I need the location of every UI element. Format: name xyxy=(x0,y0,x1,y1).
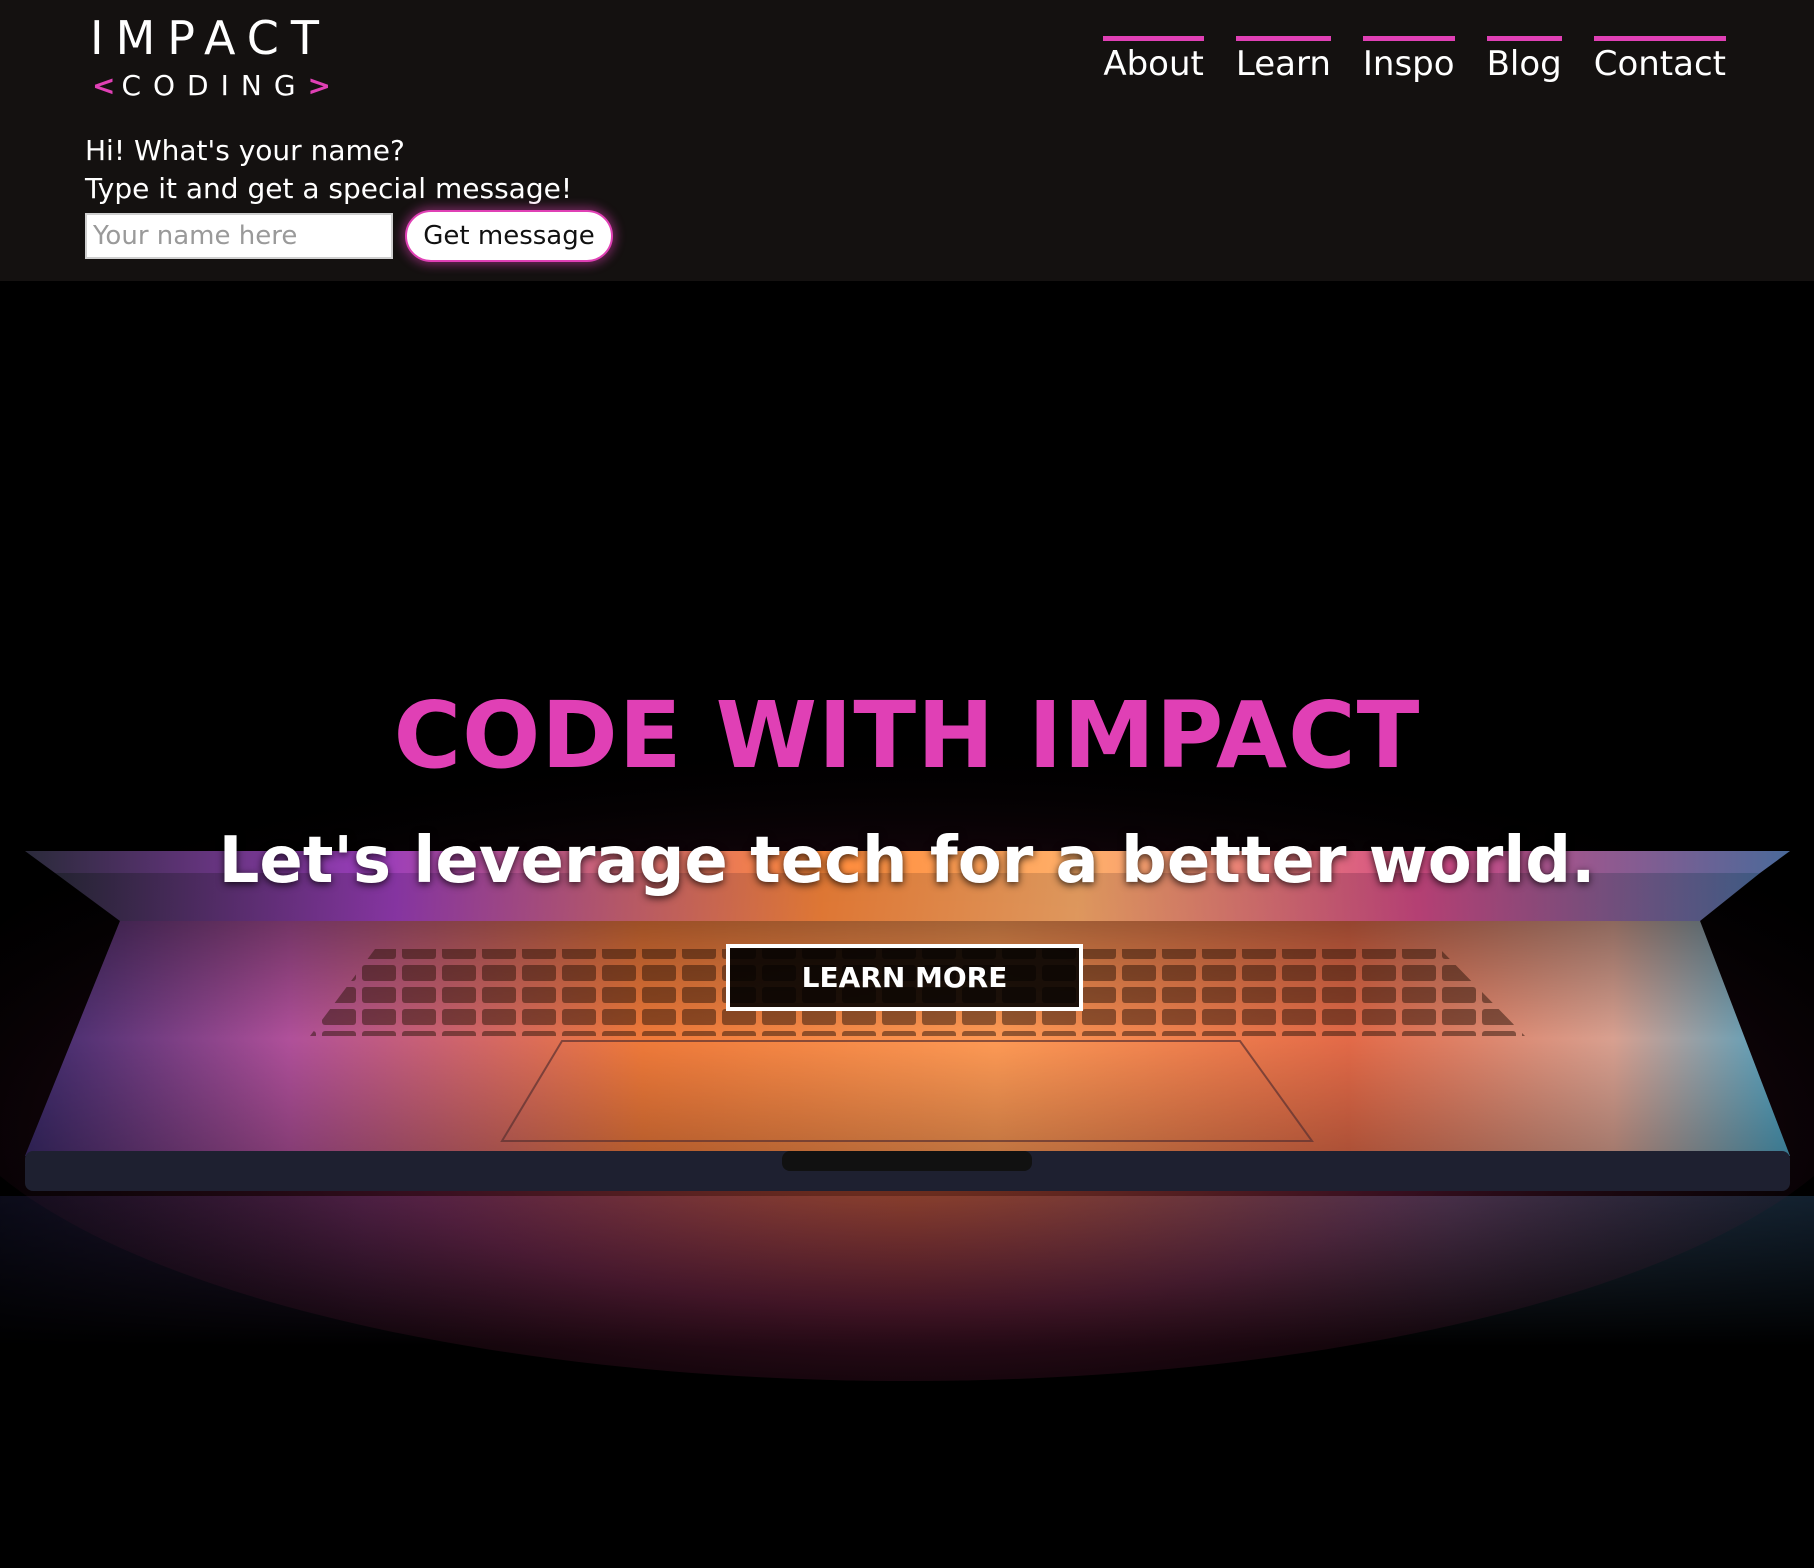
hero-subtitle: Let's leverage tech for a better world. xyxy=(218,824,1596,898)
main-nav: About Learn Inspo Blog Contact xyxy=(1103,36,1726,85)
hero-title: CODE WITH IMPACT xyxy=(393,682,1421,789)
logo-open-bracket: < xyxy=(92,69,122,102)
nav-item-contact[interactable]: Contact xyxy=(1593,36,1726,85)
name-input[interactable] xyxy=(85,213,393,259)
logo-wordmark: IMPACT xyxy=(90,11,331,65)
logo-tagline: <CODING> xyxy=(92,70,337,102)
logo-close-bracket: > xyxy=(307,69,337,102)
site-header: IMPACT <CODING> About Learn Inspo Blog C… xyxy=(0,0,1814,281)
greeting-line-2: Type it and get a special message! xyxy=(85,172,573,205)
nav-item-about[interactable]: About xyxy=(1103,36,1204,85)
logo-sub-word: CODING xyxy=(121,69,308,102)
nav-item-learn[interactable]: Learn xyxy=(1235,36,1331,85)
site-logo[interactable]: IMPACT <CODING> xyxy=(90,11,331,102)
learn-more-button[interactable]: LEARN MORE xyxy=(726,944,1083,1011)
nav-item-blog[interactable]: Blog xyxy=(1486,36,1562,85)
laptop-hero-image xyxy=(0,281,1814,1568)
hero-section: CODE WITH IMPACT Let's leverage tech for… xyxy=(0,281,1814,1568)
greeting-line-1: Hi! What's your name? xyxy=(85,134,405,167)
nav-item-inspo[interactable]: Inspo xyxy=(1362,36,1455,85)
greeting-prompt: Hi! What's your name? Type it and get a … xyxy=(85,132,572,208)
get-message-button[interactable]: Get message xyxy=(405,210,613,262)
